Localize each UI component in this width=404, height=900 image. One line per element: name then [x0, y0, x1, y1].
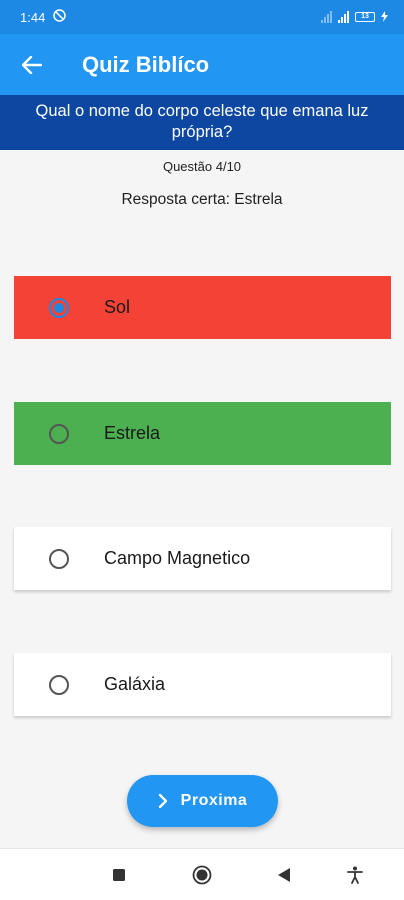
option-label: Galáxia: [104, 674, 166, 694]
question-text: Qual o nome do corpo celeste que emana l…: [0, 95, 404, 150]
app-title: Quiz Biblíco: [82, 51, 210, 77]
signal-icon: [338, 11, 349, 23]
radio-button[interactable]: [49, 548, 69, 569]
chevron-right-icon: [158, 794, 167, 808]
correct-answer-text: Resposta certa: Estrela: [121, 191, 283, 208]
arrow-left-icon: [22, 55, 42, 74]
signal-icon: [321, 11, 332, 23]
radio-button[interactable]: [49, 297, 69, 318]
question-counter: Questão 4/10: [162, 159, 242, 174]
status-time: 1:44: [20, 9, 46, 25]
option-estrela[interactable]: Estrela: [14, 402, 391, 465]
radio-button[interactable]: [49, 423, 69, 444]
battery-icon: 13: [355, 12, 375, 22]
system-nav-bar: [0, 848, 404, 900]
option-label: Estrela: [104, 423, 161, 443]
charging-icon: [381, 10, 388, 25]
next-button-label: Proxima: [180, 792, 248, 809]
home-icon[interactable]: [190, 865, 214, 885]
option-sol[interactable]: Sol: [14, 276, 391, 339]
no-disturb-icon: [53, 9, 67, 25]
back-icon[interactable]: [272, 865, 296, 885]
option-label: Campo Magnetico: [104, 548, 251, 568]
app-bar: Quiz Biblíco: [0, 34, 404, 95]
next-button[interactable]: Proxima: [127, 775, 278, 827]
status-bar: 1:44 13: [0, 0, 404, 34]
radio-button[interactable]: [49, 674, 69, 695]
recents-icon[interactable]: [107, 865, 131, 885]
option-galaxia[interactable]: Galáxia: [14, 653, 391, 716]
back-button[interactable]: [0, 34, 64, 95]
option-label: Sol: [104, 297, 131, 317]
accessibility-icon[interactable]: [343, 865, 367, 885]
option-campo-magnetico[interactable]: Campo Magnetico: [14, 527, 391, 590]
